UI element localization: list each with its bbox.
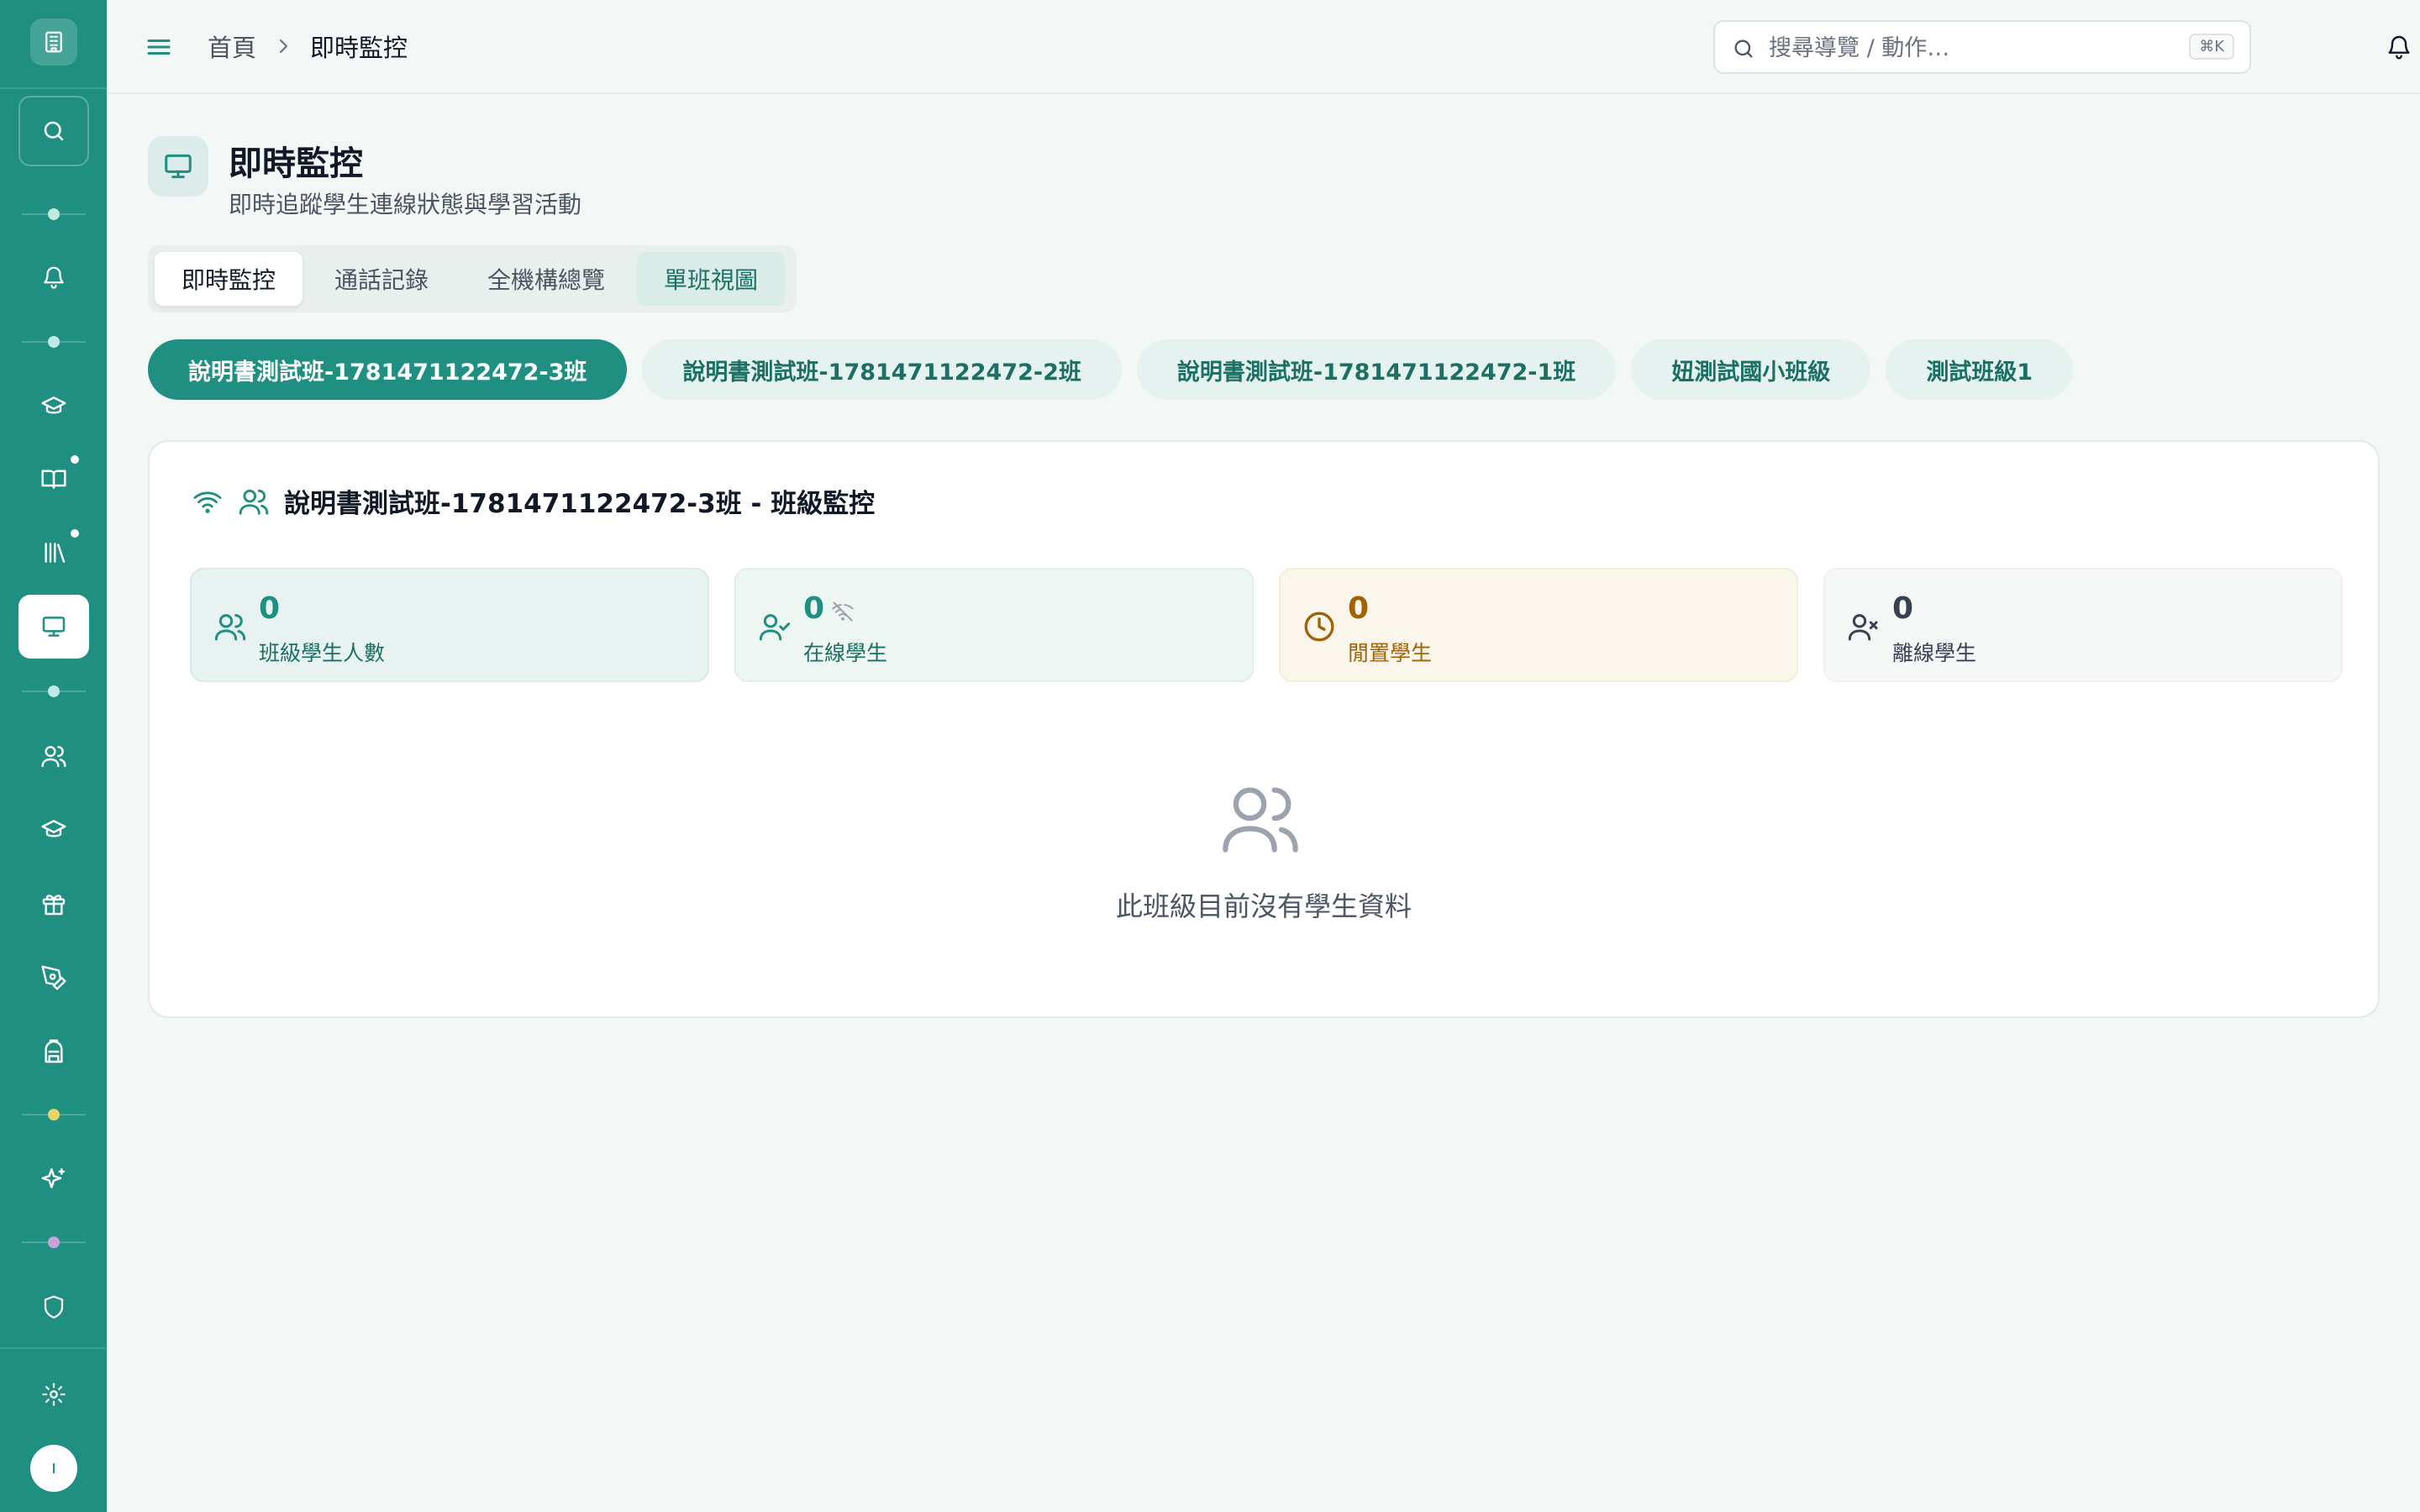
- card-title: 說明書測試班-1781471122472-3班 - 班級監控: [284, 489, 876, 519]
- tab-live-monitor[interactable]: 即時監控: [155, 252, 303, 306]
- page-subtitle: 即時追蹤學生連線狀態與學習活動: [229, 191, 582, 218]
- settings-icon: [42, 1383, 66, 1406]
- sidebar-group-divider: [22, 336, 86, 348]
- notification-dot: [71, 529, 79, 538]
- user-check-icon: [755, 606, 795, 647]
- sidebar-item-notifications[interactable]: [18, 245, 89, 309]
- bell-icon: [44, 266, 64, 289]
- global-search[interactable]: ⌘K: [1713, 20, 2251, 74]
- sidebar-item-books[interactable]: [18, 447, 89, 511]
- stat-value: 0: [803, 591, 825, 626]
- sidebar-group-divider: [22, 208, 86, 220]
- bell-icon: [2388, 35, 2410, 60]
- search-icon: [1734, 39, 1753, 58]
- sidebar-group-divider: [22, 685, 86, 697]
- stat-label: 閒置學生: [1348, 641, 1433, 665]
- wifi-icon: [193, 491, 222, 513]
- shield-icon: [44, 1295, 64, 1319]
- graduation-cap-icon: [41, 396, 66, 414]
- sidebar-divider: [0, 87, 107, 89]
- sidebar-item-security[interactable]: [18, 1275, 89, 1339]
- stat-label: 在線學生: [803, 641, 888, 665]
- wifi-off-icon: [830, 600, 855, 627]
- stat-offline-students: 0 離線學生: [1823, 568, 2343, 682]
- tab-call-records[interactable]: 通話記錄: [308, 252, 455, 306]
- class-monitor-card: 說明書測試班-1781471122472-3班 - 班級監控 0 班級學生人數 …: [148, 440, 2380, 1018]
- sidebar-divider: [0, 1347, 107, 1349]
- gift-icon: [42, 895, 66, 916]
- menu-toggle-button[interactable]: [144, 32, 174, 62]
- class-chip[interactable]: 說明書測試班-1781471122472-3班: [148, 339, 628, 400]
- avatar[interactable]: [30, 1445, 77, 1492]
- menu-icon: [147, 39, 171, 55]
- sidebar-group-divider: [22, 1109, 86, 1121]
- sidebar-item-live-monitor[interactable]: [18, 595, 89, 659]
- topbar: 首頁 即時監控 ⌘K: [107, 0, 2420, 94]
- class-chip[interactable]: 說明書測試班-1781471122472-1班: [1136, 339, 1617, 400]
- monitor-icon: [42, 617, 66, 637]
- empty-state-message: 此班級目前沒有學生資料: [1115, 890, 1412, 922]
- tab-single-class-view[interactable]: 單班視圖: [637, 252, 786, 306]
- clock-icon: [1299, 606, 1339, 647]
- search-input[interactable]: [1767, 30, 2165, 66]
- class-chip[interactable]: 測試班級1: [1886, 339, 2074, 400]
- sidebar-item-courses[interactable]: [18, 375, 89, 438]
- sidebar-item-design[interactable]: [18, 946, 89, 1010]
- stat-online-students: 0 在線學生: [734, 568, 1254, 682]
- shortcut-hint: ⌘K: [2189, 34, 2234, 60]
- sidebar-item-settings[interactable]: [18, 1362, 89, 1426]
- sidebar-item-backpack[interactable]: [18, 1020, 89, 1084]
- sidebar: [0, 0, 107, 1512]
- stat-label: 離線學生: [1892, 641, 1977, 665]
- stat-idle-students: 0 閒置學生: [1279, 568, 1798, 682]
- user-x-icon: [1844, 606, 1884, 647]
- sidebar-item-ai[interactable]: [18, 1147, 89, 1211]
- library-icon: [45, 543, 66, 563]
- sidebar-item-users[interactable]: [18, 724, 89, 788]
- users-icon: [41, 746, 66, 768]
- breadcrumb: 首頁 即時監控: [208, 29, 408, 64]
- users-icon: [239, 489, 269, 515]
- sidebar-search-button[interactable]: [18, 96, 89, 166]
- book-icon: [41, 470, 66, 489]
- stat-value: 0: [1348, 591, 1370, 626]
- stat-value: 0: [259, 591, 281, 626]
- backpack-icon: [45, 1039, 63, 1063]
- class-selector: 說明書測試班-1781471122472-3班 說明書測試班-178147112…: [148, 339, 2088, 400]
- stat-total-students: 0 班級學生人數: [190, 568, 709, 682]
- sidebar-item-library[interactable]: [18, 521, 89, 585]
- class-chip[interactable]: 說明書測試班-1781471122472-2班: [642, 339, 1122, 400]
- app-root: 首頁 即時監控 ⌘K 即時監控 即時追蹤學生連線狀態與學習活動 即時監控 通話記…: [0, 0, 2420, 1512]
- pen-tool-icon: [41, 965, 66, 990]
- sidebar-item-rewards[interactable]: [18, 872, 89, 936]
- view-tabs: 即時監控 通話記錄 全機構總覽 單班視圖: [148, 245, 797, 312]
- logo-building-icon[interactable]: [30, 18, 77, 66]
- graduation-cap-icon: [41, 820, 66, 837]
- notification-dot: [71, 455, 79, 464]
- tab-institution-overview[interactable]: 全機構總覽: [460, 252, 632, 306]
- class-chip[interactable]: 妞測試國小班級: [1631, 339, 1871, 400]
- users-icon: [210, 606, 250, 647]
- chevron-right-icon: [275, 36, 292, 56]
- users-icon: [1223, 787, 1298, 853]
- sparkles-icon: [41, 1168, 66, 1189]
- breadcrumb-current: 即時監控: [310, 34, 408, 62]
- stat-value: 0: [1892, 591, 1914, 626]
- monitor-icon: [148, 136, 208, 197]
- stat-label: 班級學生人數: [259, 641, 386, 665]
- breadcrumb-home[interactable]: 首頁: [208, 29, 256, 64]
- notifications-button[interactable]: [2381, 29, 2417, 66]
- card-header: 說明書測試班-1781471122472-3班 - 班級監控: [190, 482, 875, 520]
- page-title: 即時監控: [229, 144, 363, 183]
- sidebar-item-classes[interactable]: [18, 798, 89, 862]
- sidebar-group-divider: [22, 1236, 86, 1248]
